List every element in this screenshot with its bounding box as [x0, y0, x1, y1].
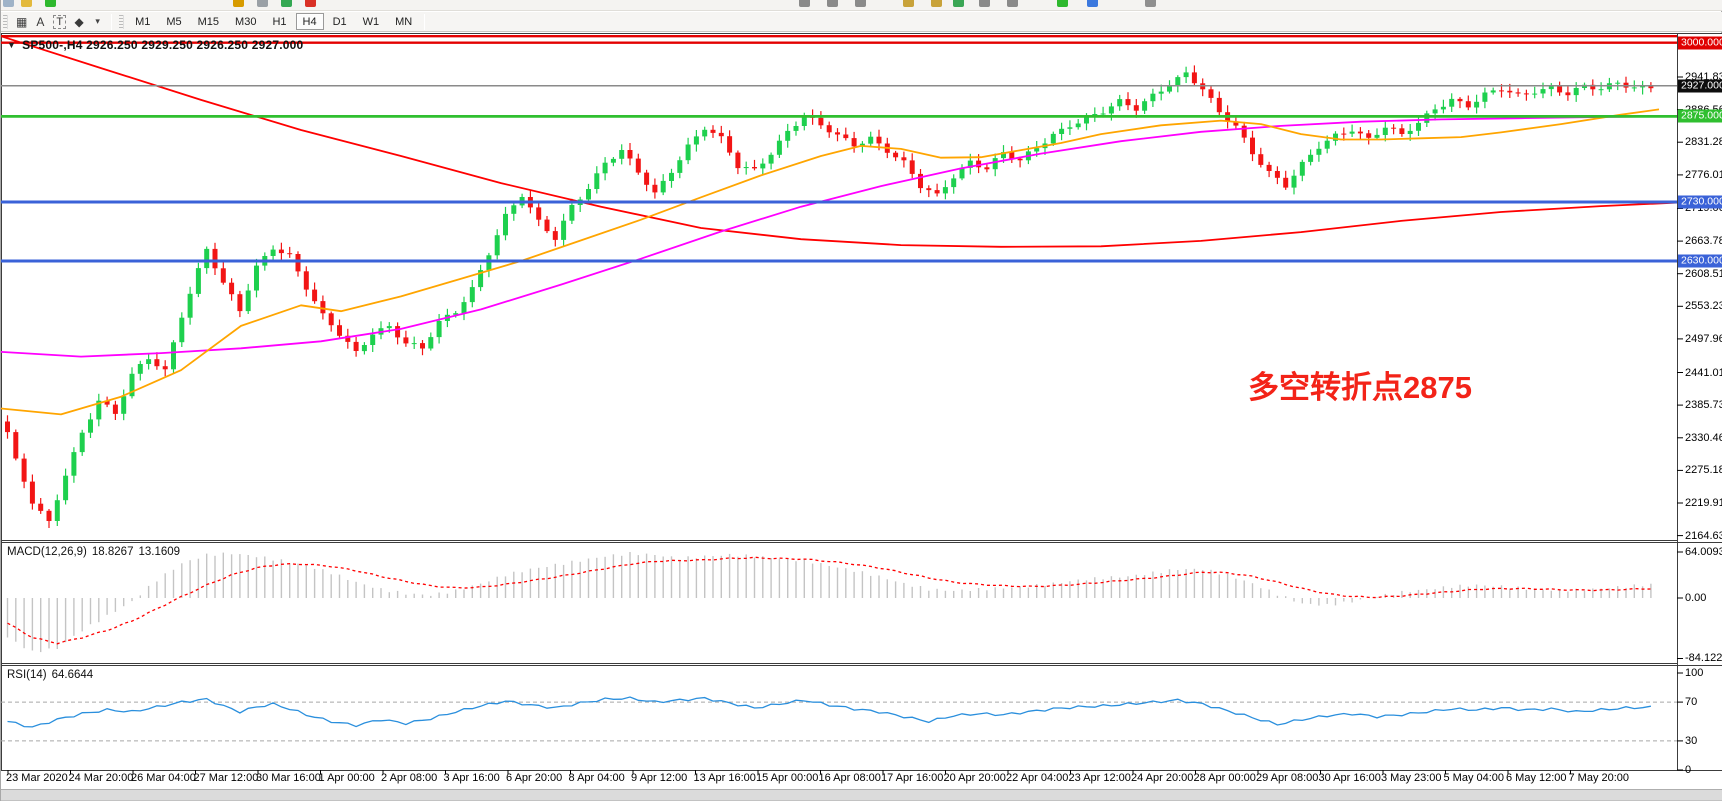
price-tick-label: 2831.285 [1685, 136, 1722, 148]
date-tick-label: 3 Apr 16:00 [444, 772, 500, 784]
macd-tick-label: -84.122 [1685, 652, 1722, 664]
date-tick-label: 30 Apr 16:00 [1319, 772, 1381, 784]
date-tick-label: 5 May 04:00 [1444, 772, 1505, 784]
price-badge-2630: 2630.000 [1678, 255, 1722, 268]
date-tick-label: 23 Apr 12:00 [1069, 772, 1131, 784]
date-tick-label: 2 Apr 08:00 [381, 772, 437, 784]
rsi-indicator-label: RSI(14)64.6644 [7, 669, 98, 681]
chart-window[interactable]: ▼ SP500-,H4 2926.250 2929.250 2926.250 2… [1, 33, 1722, 801]
price-tick-label: 2608.510 [1685, 268, 1722, 280]
price-badge-2927: 2927.000 [1678, 79, 1722, 92]
date-tick-label: 1 Apr 00:00 [319, 772, 375, 784]
date-tick-label: 22 Apr 04:00 [1006, 772, 1068, 784]
date-tick-label: 6 Apr 20:00 [506, 772, 562, 784]
date-tick-label: 28 Apr 00:00 [1194, 772, 1256, 784]
price-tick-label: 2275.185 [1685, 464, 1722, 476]
date-tick-label: 7 May 20:00 [1569, 772, 1630, 784]
chart-title-text: SP500-,H4 2926.250 2929.250 2926.250 292… [22, 38, 303, 52]
date-tick-label: 8 Apr 04:00 [569, 772, 625, 784]
mt4-window: ▦AT◆ ▾ M1M5M15M30H1H4D1W1MN ▼ SP500-,H4 … [0, 0, 1722, 801]
price-tick-label: 2663.785 [1685, 235, 1722, 247]
date-tick-label: 24 Mar 20:00 [69, 772, 134, 784]
date-tick-label: 30 Mar 16:00 [256, 772, 321, 784]
date-tick-label: 20 Apr 20:00 [944, 772, 1006, 784]
date-tick-label: 24 Apr 20:00 [1131, 772, 1193, 784]
chart-annotation-text: 多空转折点2875 [1248, 362, 1472, 407]
date-tick-label: 26 Mar 04:00 [131, 772, 196, 784]
symbol-dropdown-icon[interactable]: ▼ [7, 40, 16, 50]
price-badge-2875: 2875.000 [1678, 110, 1722, 123]
price-tick-label: 2441.010 [1685, 367, 1722, 379]
rsi-tick-label: 100 [1685, 667, 1703, 679]
date-tick-label: 29 Apr 08:00 [1256, 772, 1318, 784]
date-tick-label: 3 May 23:00 [1381, 772, 1442, 784]
date-tick-label: 15 Apr 00:00 [756, 772, 818, 784]
macd-indicator-label: MACD(12,26,9)18.826713.1609 [7, 546, 185, 558]
price-tick-label: 2776.010 [1685, 169, 1722, 181]
price-badge-2730: 2730.000 [1678, 196, 1722, 209]
date-tick-label: 23 Mar 2020 [6, 772, 68, 784]
price-badge-3000: 3000.000 [1678, 36, 1722, 49]
macd-tick-label: 64.0093 [1685, 546, 1722, 558]
price-tick-label: 2330.460 [1685, 432, 1722, 444]
date-tick-label: 13 Apr 16:00 [694, 772, 756, 784]
date-tick-label: 6 May 12:00 [1506, 772, 1567, 784]
date-tick-label: 9 Apr 12:00 [631, 772, 687, 784]
rsi-tick-label: 70 [1685, 696, 1697, 708]
date-tick-label: 16 Apr 08:00 [819, 772, 881, 784]
price-tick-label: 2219.910 [1685, 497, 1722, 509]
rsi-tick-label: 30 [1685, 735, 1697, 747]
price-tick-label: 2497.960 [1685, 333, 1722, 345]
price-tick-label: 2553.235 [1685, 300, 1722, 312]
rsi-tick-label: 0 [1685, 764, 1691, 776]
price-tick-label: 2385.735 [1685, 399, 1722, 411]
date-tick-label: 17 Apr 16:00 [881, 772, 943, 784]
chart-title: ▼ SP500-,H4 2926.250 2929.250 2926.250 2… [7, 38, 303, 52]
macd-tick-label: 0.00 [1685, 592, 1706, 604]
horizontal-scrollbar[interactable] [1, 789, 1722, 801]
price-tick-label: 2164.635 [1685, 530, 1722, 542]
date-tick-label: 27 Mar 12:00 [194, 772, 259, 784]
